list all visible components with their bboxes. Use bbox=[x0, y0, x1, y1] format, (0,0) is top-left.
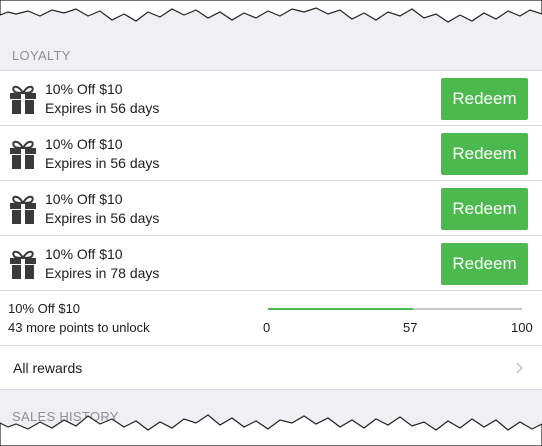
redeem-button[interactable]: Redeem bbox=[441, 133, 528, 175]
progress-points-remaining: 43 more points to unlock bbox=[8, 320, 150, 335]
redeem-button[interactable]: Redeem bbox=[441, 243, 528, 285]
reward-title: 10% Off $10 bbox=[45, 81, 123, 97]
chevron-right-icon bbox=[516, 362, 524, 374]
gift-icon bbox=[10, 250, 36, 279]
reward-title: 10% Off $10 bbox=[45, 246, 123, 262]
gift-icon bbox=[10, 195, 36, 224]
reward-title: 10% Off $10 bbox=[45, 136, 123, 152]
reward-title: 10% Off $10 bbox=[45, 191, 123, 207]
reward-expiry: Expires in 78 days bbox=[45, 265, 160, 281]
redeem-button[interactable]: Redeem bbox=[441, 78, 528, 120]
reward-expiry: Expires in 56 days bbox=[45, 100, 160, 116]
loyalty-section-title: LOYALTY bbox=[12, 48, 71, 63]
reward-row: 10% Off $10 Expires in 56 days Redeem bbox=[0, 126, 542, 181]
redeem-button[interactable]: Redeem bbox=[441, 188, 528, 230]
progress-max-label: 100 bbox=[511, 320, 533, 335]
progress-min-label: 0 bbox=[263, 320, 271, 335]
screenshot-frame: LOYALTY 10% Off $10 Expires in 56 days Red… bbox=[0, 0, 542, 446]
reward-row: 10% Off $10 Expires in 56 days Redeem bbox=[0, 181, 542, 236]
torn-edge-bottom bbox=[0, 414, 542, 446]
all-rewards-label: All rewards bbox=[13, 360, 83, 376]
loyalty-card: 10% Off $10 Expires in 56 days Redeem 10% O… bbox=[0, 70, 542, 390]
progress-reward-title: 10% Off $10 bbox=[8, 301, 81, 316]
progress-bar-fill bbox=[268, 308, 413, 310]
gift-icon bbox=[10, 140, 36, 169]
reward-row: 10% Off $10 Expires in 78 days Redeem bbox=[0, 236, 542, 291]
reward-expiry: Expires in 56 days bbox=[45, 155, 160, 171]
loyalty-section-header: LOYALTY bbox=[0, 40, 542, 70]
gift-icon bbox=[10, 85, 36, 114]
reward-row: 10% Off $10 Expires in 56 days Redeem bbox=[0, 71, 542, 126]
points-progress-row: 10% Off $10 43 more points to unlock 0 5… bbox=[0, 291, 542, 346]
reward-expiry: Expires in 56 days bbox=[45, 210, 160, 226]
torn-edge-top bbox=[0, 0, 542, 23]
progress-current-label: 57 bbox=[403, 320, 418, 335]
all-rewards-link[interactable]: All rewards bbox=[0, 346, 542, 389]
progress-bar bbox=[268, 308, 522, 310]
